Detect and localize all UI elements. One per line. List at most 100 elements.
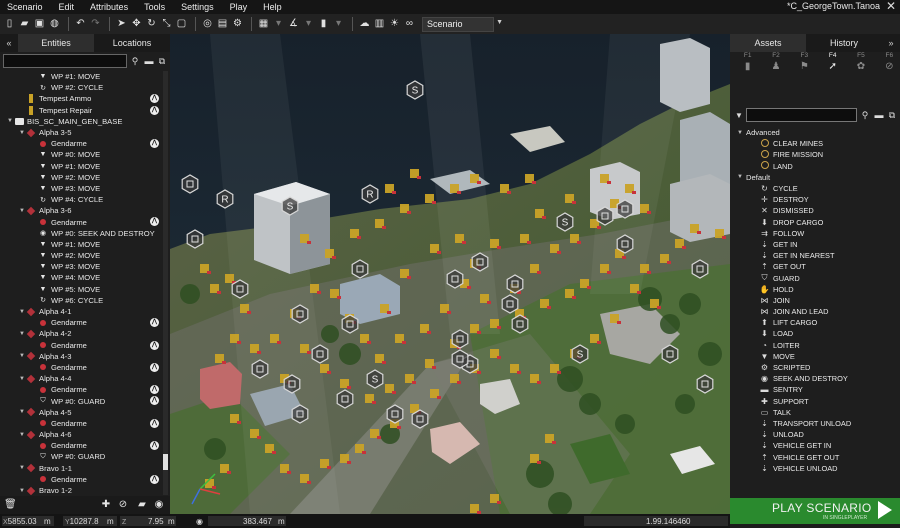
tree-row[interactable]: ▼ WP #3: MOVE	[0, 183, 162, 194]
waypoint-hex-marker[interactable]	[181, 174, 199, 194]
scene-render[interactable]: S R S R S S S	[170, 34, 730, 514]
close-icon[interactable]: ✕	[886, 0, 896, 13]
waypoint-asset-item[interactable]: ⇣ GET IN NEAREST	[730, 250, 900, 261]
waypoint-hex-marker[interactable]	[231, 279, 249, 299]
waypoint-asset-item[interactable]: ✛ DESTROY	[730, 194, 900, 205]
waypoint-hex-marker[interactable]	[501, 294, 519, 314]
tree-row[interactable]: ⛉ WP #0: GUARD ⋀	[0, 395, 162, 406]
tree-row[interactable]: Gendarme ⋀	[0, 340, 162, 351]
waypoint-hex-marker[interactable]	[691, 259, 709, 279]
binoculars-icon[interactable]: ∞	[403, 17, 416, 31]
waypoint-badge-icon[interactable]: ⋀	[150, 474, 159, 484]
waypoint-asset-item[interactable]: ⇣ VEHICLE GET IN	[730, 440, 900, 451]
tree-row[interactable]: ▼ WP #0: MOVE	[0, 149, 162, 160]
waypoint-badge-icon[interactable]: ⋀	[150, 362, 159, 372]
waypoint-asset-item[interactable]: CLEAR MINES	[730, 138, 900, 149]
waypoint-asset-item[interactable]: ◉ SEEK AND DESTROY	[730, 373, 900, 384]
menu-help[interactable]: Help	[256, 2, 291, 12]
search-icon[interactable]: ⚲	[859, 109, 871, 121]
waypoint-asset-item[interactable]: ⇣ TRANSPORT UNLOAD	[730, 418, 900, 429]
waypoint-hex-marker[interactable]	[291, 404, 309, 424]
expand-all-icon[interactable]: ⧉	[156, 55, 168, 67]
waypoint-hex-marker[interactable]	[446, 269, 464, 289]
waypoint-asset-item[interactable]: ⇣ GET IN	[730, 239, 900, 250]
tree-toggle[interactable]: ▼	[18, 376, 26, 382]
tree-row[interactable]: Gendarme ⋀	[0, 138, 162, 149]
tree-row[interactable]: ▼ Alpha 3-6	[0, 205, 162, 216]
new-file-icon[interactable]: ▯	[3, 17, 16, 31]
tab-history[interactable]: History	[806, 34, 882, 52]
asset-category-f6[interactable]: F6 ⊘	[879, 52, 900, 78]
menu-settings[interactable]: Settings	[174, 2, 223, 12]
menu-tools[interactable]: Tools	[137, 2, 174, 12]
menu-play[interactable]: Play	[223, 2, 257, 12]
folder-icon[interactable]: ▰	[136, 499, 148, 511]
height-icon[interactable]: ▮	[317, 17, 330, 31]
waypoint-badge-icon[interactable]: ⋀	[150, 385, 159, 395]
waypoint-asset-item[interactable]: ⋈ JOIN	[730, 295, 900, 306]
tree-row[interactable]: ↻ WP #2: CYCLE	[0, 82, 162, 93]
filter-arrow-icon[interactable]: ▼	[735, 111, 743, 120]
tab-locations[interactable]: Locations	[94, 34, 170, 52]
tree-row[interactable]: ▼ Alpha 3-5	[0, 127, 162, 138]
play-scenario-button[interactable]: PLAY SCENARIO IN SINGLEPLAYER	[730, 498, 900, 524]
tree-row[interactable]: ⛉ WP #0: GUARD	[0, 451, 162, 462]
tree-row[interactable]: Gendarme ⋀	[0, 362, 162, 373]
expand-all-icon[interactable]: ⧉	[886, 109, 898, 121]
tree-row[interactable]: ◉ WP #0: SEEK AND DESTROY	[0, 228, 162, 239]
waypoint-asset-item[interactable]: LAND	[730, 161, 900, 172]
waypoint-hex-marker[interactable]	[471, 252, 489, 272]
asset-group-header[interactable]: ▼ Default	[730, 172, 900, 183]
waypoint-asset-item[interactable]: ▬ SENTRY	[730, 384, 900, 395]
tree-row[interactable]: ▼ Alpha 4-2	[0, 328, 162, 339]
asset-category-f1[interactable]: F1 ▮	[737, 52, 758, 78]
redo-icon[interactable]: ↷	[89, 17, 102, 31]
waypoint-asset-item[interactable]: ◔ LOITER	[730, 340, 900, 351]
tree-row[interactable]: ▼ Alpha 4-4	[0, 373, 162, 384]
assets-search-input[interactable]	[746, 108, 857, 122]
grid-icon[interactable]: ▦	[257, 17, 270, 31]
waypoint-hex-marker[interactable]: S	[281, 196, 299, 216]
waypoint-hex-marker[interactable]	[451, 349, 469, 369]
waypoint-asset-item[interactable]: ↻ CYCLE	[730, 183, 900, 194]
publish-icon[interactable]: ◍	[48, 17, 61, 31]
eye-icon[interactable]: ◉	[153, 499, 165, 511]
globe-icon[interactable]: ◎	[201, 17, 214, 31]
waypoint-badge-icon[interactable]: ⋀	[150, 396, 159, 406]
tree-row[interactable]: ▼ WP #2: MOVE	[0, 172, 162, 183]
tree-row[interactable]: Gendarme ⋀	[0, 216, 162, 227]
menu-scenario[interactable]: Scenario	[0, 2, 52, 12]
waypoint-hex-marker[interactable]	[451, 329, 469, 349]
angle-icon[interactable]: ∡	[287, 17, 300, 31]
waypoint-asset-item[interactable]: ⇡ VEHICLE GET OUT	[730, 451, 900, 462]
tree-toggle[interactable]: ▼	[6, 118, 14, 124]
tree-row[interactable]: Gendarme ⋀	[0, 474, 162, 485]
tree-row[interactable]: ▼ WP #2: MOVE	[0, 250, 162, 261]
tree-toggle[interactable]: ▼	[18, 331, 26, 337]
waypoint-badge-icon[interactable]: ⋀	[150, 105, 159, 115]
waypoint-asset-item[interactable]: ⋈ JOIN AND LEAD	[730, 306, 900, 317]
tree-row[interactable]: ▼ Bravo 1-2	[0, 485, 162, 495]
waypoint-asset-item[interactable]: ✋ HOLD	[730, 284, 900, 295]
tree-row[interactable]: Gendarme ⋀	[0, 418, 162, 429]
scale-icon[interactable]: ⤡	[160, 17, 173, 31]
waypoint-asset-item[interactable]: FIRE MISSION	[730, 149, 900, 160]
tree-toggle[interactable]: ▼	[18, 465, 26, 471]
tree-toggle[interactable]: ▼	[18, 409, 26, 415]
tree-row[interactable]: Gendarme ⋀	[0, 384, 162, 395]
dropdown-arrow-icon[interactable]: ▾	[272, 17, 285, 31]
asset-category-f2[interactable]: F2 ♟	[765, 52, 786, 78]
waypoint-hex-marker[interactable]: S	[366, 369, 384, 389]
tab-entities[interactable]: Entities	[18, 34, 94, 52]
waypoint-hex-marker[interactable]	[616, 234, 634, 254]
delete-icon[interactable]: 🗑	[4, 499, 17, 511]
search-icon[interactable]: ⚲	[129, 55, 141, 67]
waypoint-badge-icon[interactable]: ⋀	[150, 318, 159, 328]
tree-row[interactable]: ▼ WP #4: MOVE	[0, 272, 162, 283]
waypoint-hex-marker[interactable]	[186, 229, 204, 249]
waypoint-badge-icon[interactable]: ⋀	[150, 441, 159, 451]
asset-category-f3[interactable]: F3 ⚑	[794, 52, 815, 78]
dropdown-arrow-icon[interactable]: ▾	[302, 17, 315, 31]
library-icon[interactable]: ▥	[373, 17, 386, 31]
tree-scrollbar[interactable]	[163, 71, 168, 495]
